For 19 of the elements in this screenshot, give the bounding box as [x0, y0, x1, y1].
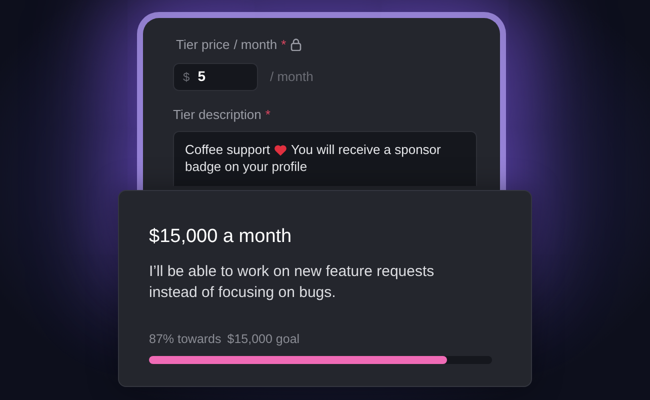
goal-description: I’ll be able to work on new feature requests instead of focusing on bugs. — [149, 262, 436, 302]
description-text: You will receive a sponsor — [291, 141, 441, 158]
progress-percent: 87% towards — [149, 330, 222, 348]
price-value: 5 — [198, 67, 206, 86]
goal-title: $15,000 a month — [149, 225, 293, 249]
required-mark: * — [265, 106, 270, 124]
field-label: Tier price — [176, 36, 230, 54]
field-label: Tier description — [173, 106, 262, 124]
field-label: / month — [234, 36, 278, 54]
price-suffix: / month — [270, 68, 314, 86]
heart-icon — [274, 144, 288, 156]
description-text: badge on your profile — [185, 158, 308, 175]
required-mark: * — [281, 36, 286, 54]
progress-goal: $15,000 goal — [227, 330, 300, 348]
description-field[interactable]: Coffee support You will receive a sponsor badge on your profile — [173, 131, 477, 186]
price-field[interactable]: $ 5 — [173, 62, 258, 90]
description-text: Coffee support — [185, 141, 270, 158]
lock-icon — [290, 38, 302, 52]
currency-symbol: $ — [183, 68, 190, 86]
